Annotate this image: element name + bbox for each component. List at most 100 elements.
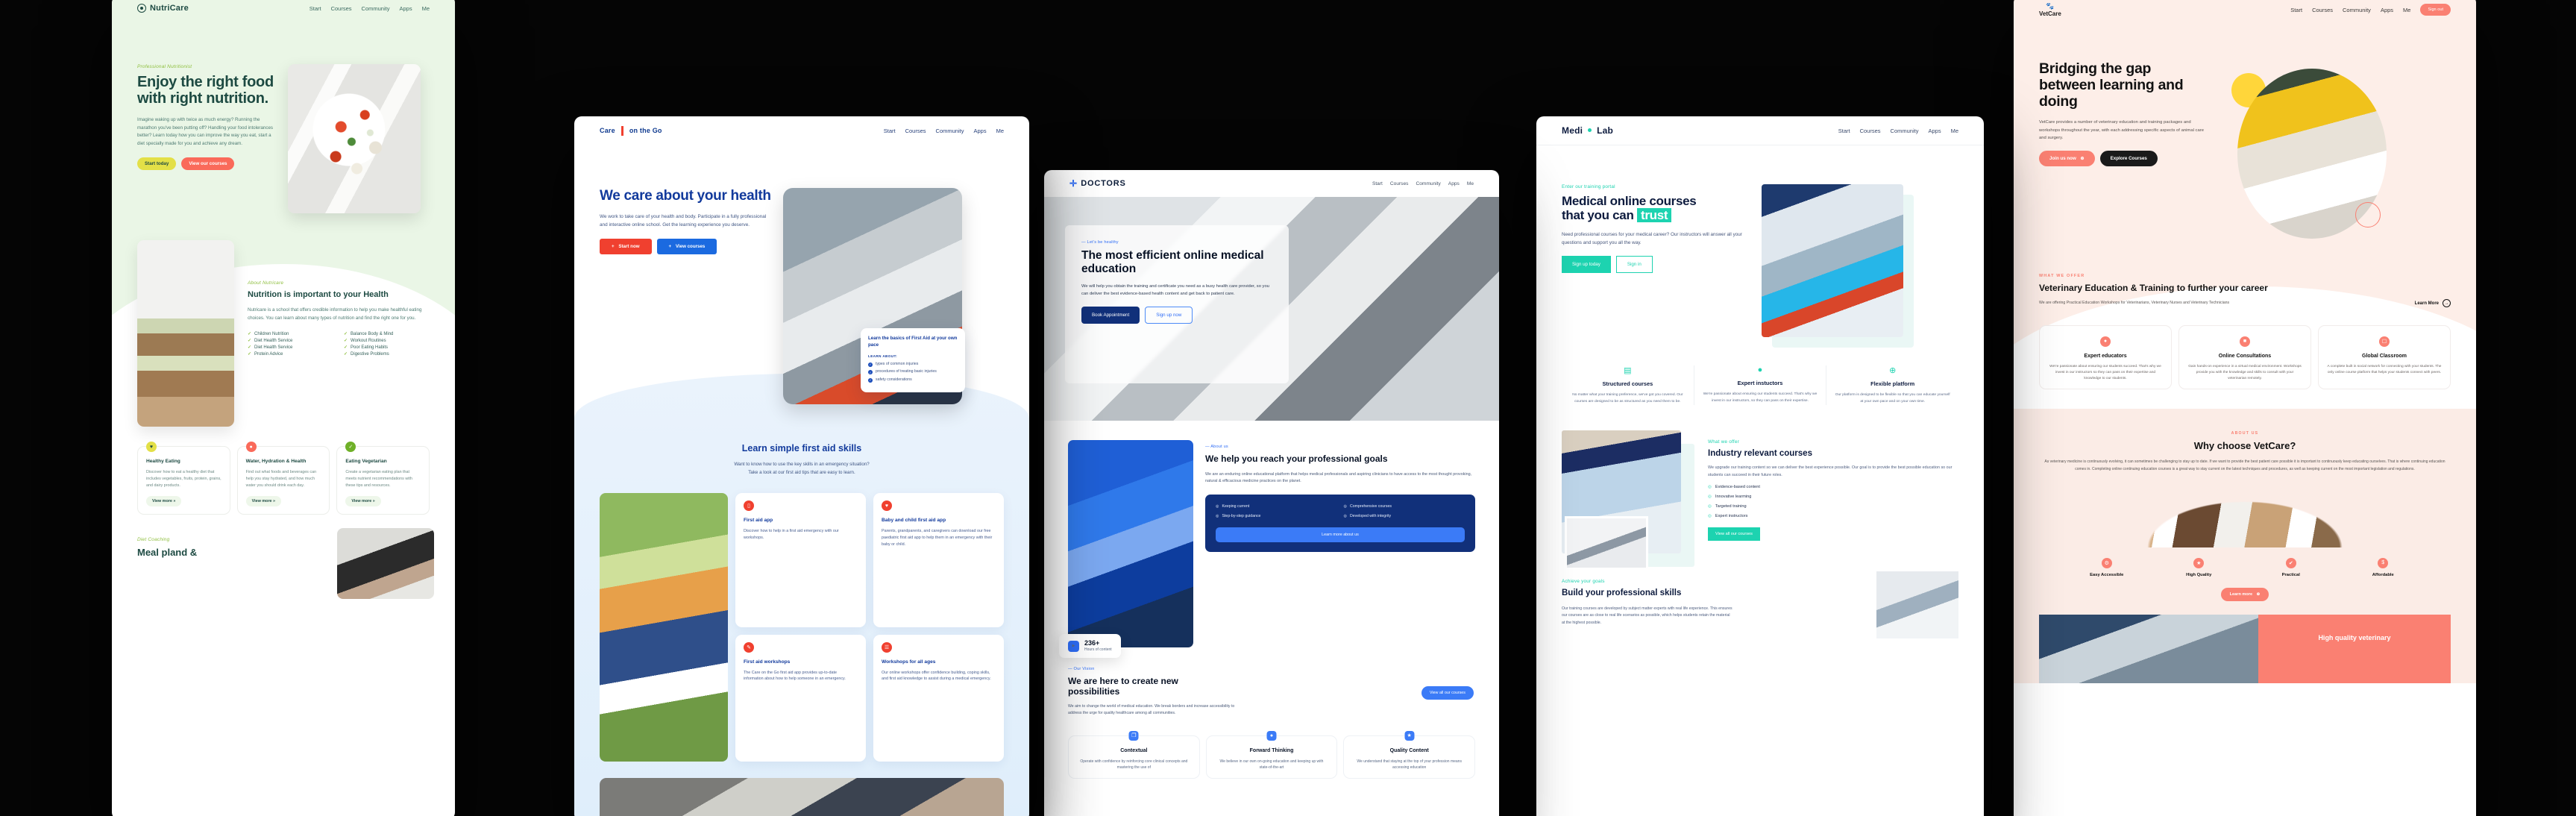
first-aid-card[interactable]: ♥ Baby and child first aid app Parents, … xyxy=(873,493,1004,627)
start-now-button[interactable]: + Start now xyxy=(600,238,652,254)
start-today-button[interactable]: Start today xyxy=(137,157,177,171)
nav-item-courses[interactable]: Courses xyxy=(2312,7,2333,13)
website-mock-vetcare[interactable]: 🐾 VetCare Start Courses Community Apps M… xyxy=(2014,0,2476,816)
first-aid-card[interactable]: ▯ First aid app Discover how to help in … xyxy=(735,493,866,627)
offer-card[interactable]: ☐ Global Classroom A complete built in s… xyxy=(2318,324,2451,390)
navbar-medilab[interactable]: Medi Lab Start Courses Community Apps Me xyxy=(1536,116,1984,145)
view-more-link[interactable]: View more » xyxy=(146,495,182,506)
nav-item-start[interactable]: Start xyxy=(310,5,321,12)
brand-logo-care[interactable]: Care on the Go xyxy=(600,125,662,136)
nav-item-apps[interactable]: Apps xyxy=(1448,181,1460,186)
join-us-now-button[interactable]: Join us now ⊕ xyxy=(2039,151,2095,167)
nav-item-courses[interactable]: Courses xyxy=(1390,181,1409,186)
sign-in-button[interactable]: Sign in xyxy=(1615,256,1653,274)
goals-body: Our training courses are developed by su… xyxy=(1562,606,1732,625)
navbar-nutricare[interactable]: NutriCare Start Courses Community Apps M… xyxy=(112,0,455,21)
navbar-vetcare[interactable]: 🐾 VetCare Start Courses Community Apps M… xyxy=(2014,0,2476,24)
learn-more-cta-button[interactable]: Learn more ⊕ xyxy=(2220,587,2269,601)
nav-item-courses[interactable]: Courses xyxy=(331,5,352,12)
brand-logo-medilab[interactable]: Medi Lab xyxy=(1562,125,1613,136)
nav-item-apps[interactable]: Apps xyxy=(399,5,412,12)
hero-buttons[interactable]: Sign up today Sign in xyxy=(1562,256,1750,274)
hero-buttons[interactable]: Start today View our courses xyxy=(137,157,277,171)
check-circle-icon: ◎ xyxy=(1216,503,1219,509)
sign-up-now-button[interactable]: Sign up now xyxy=(1145,307,1193,324)
nav-item-community[interactable]: Community xyxy=(2343,7,2371,13)
nav-item-apps[interactable]: Apps xyxy=(1928,128,1941,134)
website-mock-care-on-the-go[interactable]: Care on the Go Start Courses Community A… xyxy=(574,116,1029,816)
view-more-link[interactable]: View more » xyxy=(345,495,381,506)
card-body: Create a vegetarian eating plan that mee… xyxy=(345,470,412,488)
view-courses-button[interactable]: + View courses xyxy=(656,238,717,254)
first-aid-card[interactable]: ✎ First aid workshops The Care on the Go… xyxy=(735,634,866,762)
hero-buttons[interactable]: Join us now ⊕ Explore Courses xyxy=(2039,151,2211,167)
card-title: Contextual xyxy=(1120,747,1148,753)
navbar-doctors[interactable]: ✛ DOCTORS Start Courses Community Apps M… xyxy=(1044,170,1499,197)
brand-logo-doctors[interactable]: ✛ DOCTORS xyxy=(1069,179,1126,188)
value-card[interactable]: ★ Quality Content We understand that sta… xyxy=(1343,730,1476,779)
first-aid-card[interactable]: ☰ Workshops for all ages Our online work… xyxy=(873,634,1004,762)
card-title: Water, Hydration & Health xyxy=(245,459,307,464)
nav-item-start[interactable]: Start xyxy=(884,128,896,134)
nav-item-community[interactable]: Community xyxy=(1416,181,1440,186)
nav-item-me[interactable]: Me xyxy=(1467,181,1474,186)
brand-logo-vetcare[interactable]: 🐾 VetCare xyxy=(2039,2,2061,17)
learn-more-about-us-button[interactable]: Learn more about us xyxy=(1216,527,1465,542)
view-all-courses-button[interactable]: View all our courses xyxy=(1708,527,1760,541)
value-card[interactable]: ❐ Contextual Operate with confidence by … xyxy=(1068,730,1200,779)
nav-links[interactable]: Start Courses Community Apps Me xyxy=(1838,128,1958,134)
book-appointment-button[interactable]: Book Appointment xyxy=(1081,307,1140,324)
nav-item-courses[interactable]: Courses xyxy=(905,128,926,134)
nav-item-me[interactable]: Me xyxy=(1951,128,1958,134)
view-courses-button[interactable]: View our courses xyxy=(181,157,235,171)
website-mock-doctors[interactable]: ✛ DOCTORS Start Courses Community Apps M… xyxy=(1044,170,1499,816)
sign-out-button[interactable]: Sign out xyxy=(2420,4,2451,16)
nav-links[interactable]: Start Courses Community Apps Me xyxy=(310,5,430,12)
brand-logo-nutricare[interactable]: NutriCare xyxy=(137,4,189,13)
website-mock-nutricare[interactable]: NutriCare Start Courses Community Apps M… xyxy=(112,0,455,816)
offer-card[interactable]: ■ Online Consultations Gain hands-on exp… xyxy=(2178,324,2311,390)
feature-card[interactable]: ♥ Healthy Eating Discover how to eat a h… xyxy=(137,442,230,515)
nav-item-community[interactable]: Community xyxy=(1891,128,1919,134)
view-all-courses-button[interactable]: View all our courses xyxy=(1421,686,1474,700)
brand-name-second: Lab xyxy=(1597,125,1614,136)
nav-item-me[interactable]: Me xyxy=(422,5,430,12)
section-title: Learn simple first aid skills xyxy=(741,443,862,453)
card-title: First aid workshops xyxy=(744,659,791,665)
nav-item-start[interactable]: Start xyxy=(1838,128,1850,134)
nav-links[interactable]: Start Courses Community Apps Me xyxy=(884,128,1004,134)
nav-item-start[interactable]: Start xyxy=(1372,181,1383,186)
first-aid-info-card: Learn the basics of First Aid at your ow… xyxy=(861,328,965,392)
nav-item-me[interactable]: Me xyxy=(2403,7,2410,13)
learn-more-button[interactable]: Learn More → xyxy=(2415,299,2451,307)
list-label: Step-by-step guidance xyxy=(1222,513,1261,518)
hero-buttons[interactable]: + Start now + View courses xyxy=(600,238,771,254)
nav-item-start[interactable]: Start xyxy=(2290,7,2302,13)
bottom-banner: WHY WE OFFER High quality veterinary xyxy=(2039,614,2451,683)
list-item: ◎ Comprehensive courses xyxy=(1344,504,1466,509)
view-more-link[interactable]: View more » xyxy=(245,495,282,506)
hero-buttons[interactable]: Book Appointment Sign up now xyxy=(1081,307,1272,324)
feature-card[interactable]: ● Water, Hydration & Health Find out wha… xyxy=(236,442,330,515)
list-item: ◎ Developed with integrity xyxy=(1344,514,1466,518)
sign-up-today-button[interactable]: Sign up today xyxy=(1562,256,1611,274)
feature-body: We're passionate about ensuring our stud… xyxy=(1703,392,1818,403)
nav-item-community[interactable]: Community xyxy=(362,5,390,12)
pencil-icon: ✎ xyxy=(744,641,754,653)
nav-links[interactable]: Start Courses Community Apps Me Sign out xyxy=(2290,4,2451,16)
nav-item-me[interactable]: Me xyxy=(996,128,1004,134)
website-mock-medilab[interactable]: Medi Lab Start Courses Community Apps Me… xyxy=(1536,116,1984,816)
nav-item-apps[interactable]: Apps xyxy=(2381,7,2393,13)
hero-title-line2: that you can xyxy=(1562,208,1637,223)
navbar-care[interactable]: Care on the Go Start Courses Community A… xyxy=(574,116,1029,145)
feature-card[interactable]: ✓ Eating Vegetarian Create a vegetarian … xyxy=(336,442,430,515)
nav-links[interactable]: Start Courses Community Apps Me xyxy=(1372,181,1474,186)
offer-section: What we offer Industry relevant courses … xyxy=(1536,405,1984,571)
nav-item-courses[interactable]: Courses xyxy=(1860,128,1881,134)
explore-courses-button[interactable]: Explore Courses xyxy=(2099,151,2158,167)
nav-item-community[interactable]: Community xyxy=(936,128,964,134)
value-card[interactable]: ● Forward Thinking We believe in our own… xyxy=(1205,730,1338,779)
offer-card[interactable]: ● Expert educators We're passionate abou… xyxy=(2039,324,2172,390)
check-circle-icon: ◎ xyxy=(1343,503,1348,509)
nav-item-apps[interactable]: Apps xyxy=(973,128,986,134)
